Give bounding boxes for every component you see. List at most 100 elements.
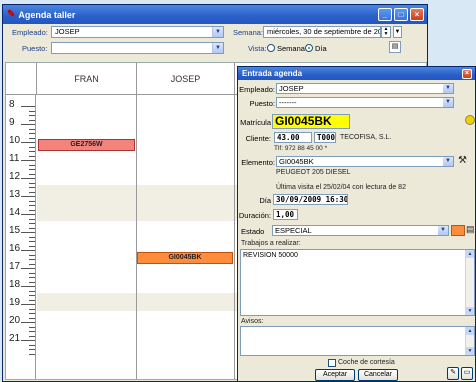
column-header-fran[interactable]: FRAN [36, 63, 136, 95]
minor-tick [29, 155, 35, 157]
chevron-down-icon[interactable]: ▼ [443, 84, 453, 93]
printer-icon[interactable]: ▭ [461, 367, 473, 380]
chevron-down-icon[interactable]: ▼ [438, 226, 448, 235]
avisos-textarea[interactable]: ▲ ▼ [240, 326, 475, 356]
minor-tick [29, 191, 35, 193]
minor-tick [29, 281, 35, 283]
filter-toolbar: Empleado: JOSEP ▼ Puesto: ▼ Semana: miér… [3, 24, 427, 62]
minor-tick [29, 223, 35, 224]
minor-tick [29, 218, 35, 220]
maximize-button[interactable]: □ [394, 8, 408, 21]
estado-color-swatch[interactable] [451, 225, 465, 236]
minor-tick [29, 335, 35, 337]
cliente-code-field[interactable]: 43.00 [274, 132, 312, 143]
hour-tick [21, 286, 35, 287]
hour-label: 8 [9, 99, 15, 110]
matricula-label: Matrícula [240, 118, 271, 127]
chevron-down-icon[interactable]: ▼ [443, 157, 453, 166]
hour-tick [21, 160, 35, 161]
minor-tick [29, 295, 35, 296]
document-icon[interactable]: ▤ [466, 224, 475, 235]
appointment-gi0045bk[interactable]: GI0045BK [137, 252, 233, 264]
avisos-label: Avisos: [241, 318, 264, 325]
dlg-empleado-label: Empleado: [239, 85, 275, 94]
scroll-up-icon[interactable]: ▲ [466, 327, 474, 335]
estado-select[interactable]: ESPECIAL ▼ [272, 225, 449, 236]
minor-tick [29, 259, 35, 260]
dlg-puesto-label: Puesto: [249, 99, 275, 108]
cancelar-button[interactable]: Cancelar [358, 369, 398, 381]
dialog-titlebar[interactable]: Entrada agenda × [238, 67, 475, 80]
hour-tick [21, 304, 35, 305]
hour-tick [21, 322, 35, 323]
duracion-field[interactable]: 1,00 [273, 209, 298, 220]
elemento-select[interactable]: GI0045BK ▼ [276, 156, 454, 167]
pen-icon[interactable]: ✎ [447, 367, 459, 380]
minor-tick [29, 277, 35, 278]
tools-icon[interactable]: ⚒ [458, 155, 467, 166]
appointment-label: GI0045BK [168, 254, 202, 261]
cliente-subcode-field[interactable]: T000 [314, 132, 336, 143]
dlg-puesto-select[interactable]: ------- ▼ [276, 97, 454, 108]
empleado-select-value: JOSEP [55, 27, 80, 36]
dialog-close-button[interactable]: × [462, 68, 472, 79]
hour-label: 17 [9, 261, 21, 272]
dia-datetime-field[interactable]: 30/09/2009 16:30 [273, 194, 348, 205]
scrollbar[interactable]: ▲ ▼ [465, 250, 474, 315]
hour-label: 10 [9, 135, 21, 146]
semana-value: miércoles, 30 de septiembre de 20( [267, 27, 381, 36]
hour-label: 14 [9, 207, 21, 218]
scroll-up-icon[interactable]: ▲ [466, 250, 474, 258]
empleado-select[interactable]: JOSEP ▼ [51, 26, 224, 38]
minor-tick [29, 353, 35, 355]
vista-dia-option[interactable]: Día [305, 44, 327, 53]
print-icon[interactable]: ▤ [389, 41, 401, 53]
minor-tick [29, 308, 35, 310]
hour-tick [21, 250, 35, 251]
date-spinner[interactable]: ▲ ▼ [381, 26, 391, 38]
dia-label: Día [259, 196, 271, 205]
cliente-name: TECOFISA, S.L. [340, 134, 392, 141]
minor-tick [29, 133, 35, 134]
chevron-down-icon[interactable]: ▼ [212, 43, 223, 53]
minor-tick [29, 236, 35, 238]
semana-label: Semana: [233, 28, 264, 37]
minor-tick [29, 110, 35, 112]
dlg-puesto-value: ------- [279, 98, 297, 107]
smiley-icon[interactable] [465, 115, 475, 125]
scroll-down-icon[interactable]: ▼ [466, 347, 474, 355]
hour-tick [21, 232, 35, 233]
hour-label: 15 [9, 225, 21, 236]
puesto-select[interactable]: ▼ [51, 42, 224, 54]
minor-tick [29, 200, 35, 202]
minimize-button[interactable]: _ [378, 8, 392, 21]
scrollbar[interactable]: ▲ ▼ [465, 327, 474, 355]
aceptar-button[interactable]: Aceptar [315, 369, 355, 381]
radio-dia[interactable] [305, 44, 313, 52]
vista-semana-option[interactable]: Semana [267, 44, 305, 53]
chevron-down-icon[interactable]: ▼ [212, 27, 223, 37]
trabajos-textarea[interactable]: REVISION 50000 ▲ ▼ [240, 249, 475, 316]
close-button[interactable]: × [410, 8, 424, 21]
hour-label: 19 [9, 297, 21, 308]
scroll-down-icon[interactable]: ▼ [466, 307, 474, 315]
matricula-input[interactable]: GI0045BK [272, 114, 350, 129]
hour-tick [21, 142, 35, 143]
coche-cortesia-checkbox[interactable] [328, 359, 336, 367]
radio-semana[interactable] [267, 44, 275, 52]
cliente-label: Cliente: [245, 134, 271, 143]
chevron-down-icon[interactable]: ▼ [443, 98, 453, 107]
calendar-dropdown-icon[interactable]: ▼ [393, 26, 402, 38]
column-header-josep[interactable]: JOSEP [136, 63, 234, 95]
minor-tick [29, 254, 35, 256]
semana-date-field[interactable]: miércoles, 30 de septiembre de 20( [263, 26, 381, 38]
hour-tick [21, 106, 35, 107]
hour-label: 13 [9, 189, 21, 200]
entrada-agenda-dialog: Entrada agenda × Empleado: JOSEP ▼ Puesto… [237, 66, 476, 382]
main-titlebar[interactable]: ✎ Agenda taller _ □ × [3, 5, 427, 24]
appointment-ge2756w[interactable]: GE2756W [38, 139, 135, 151]
hour-tick [21, 214, 35, 215]
dlg-empleado-select[interactable]: JOSEP ▼ [276, 83, 454, 94]
minor-tick [29, 263, 35, 265]
minor-tick [29, 151, 35, 152]
